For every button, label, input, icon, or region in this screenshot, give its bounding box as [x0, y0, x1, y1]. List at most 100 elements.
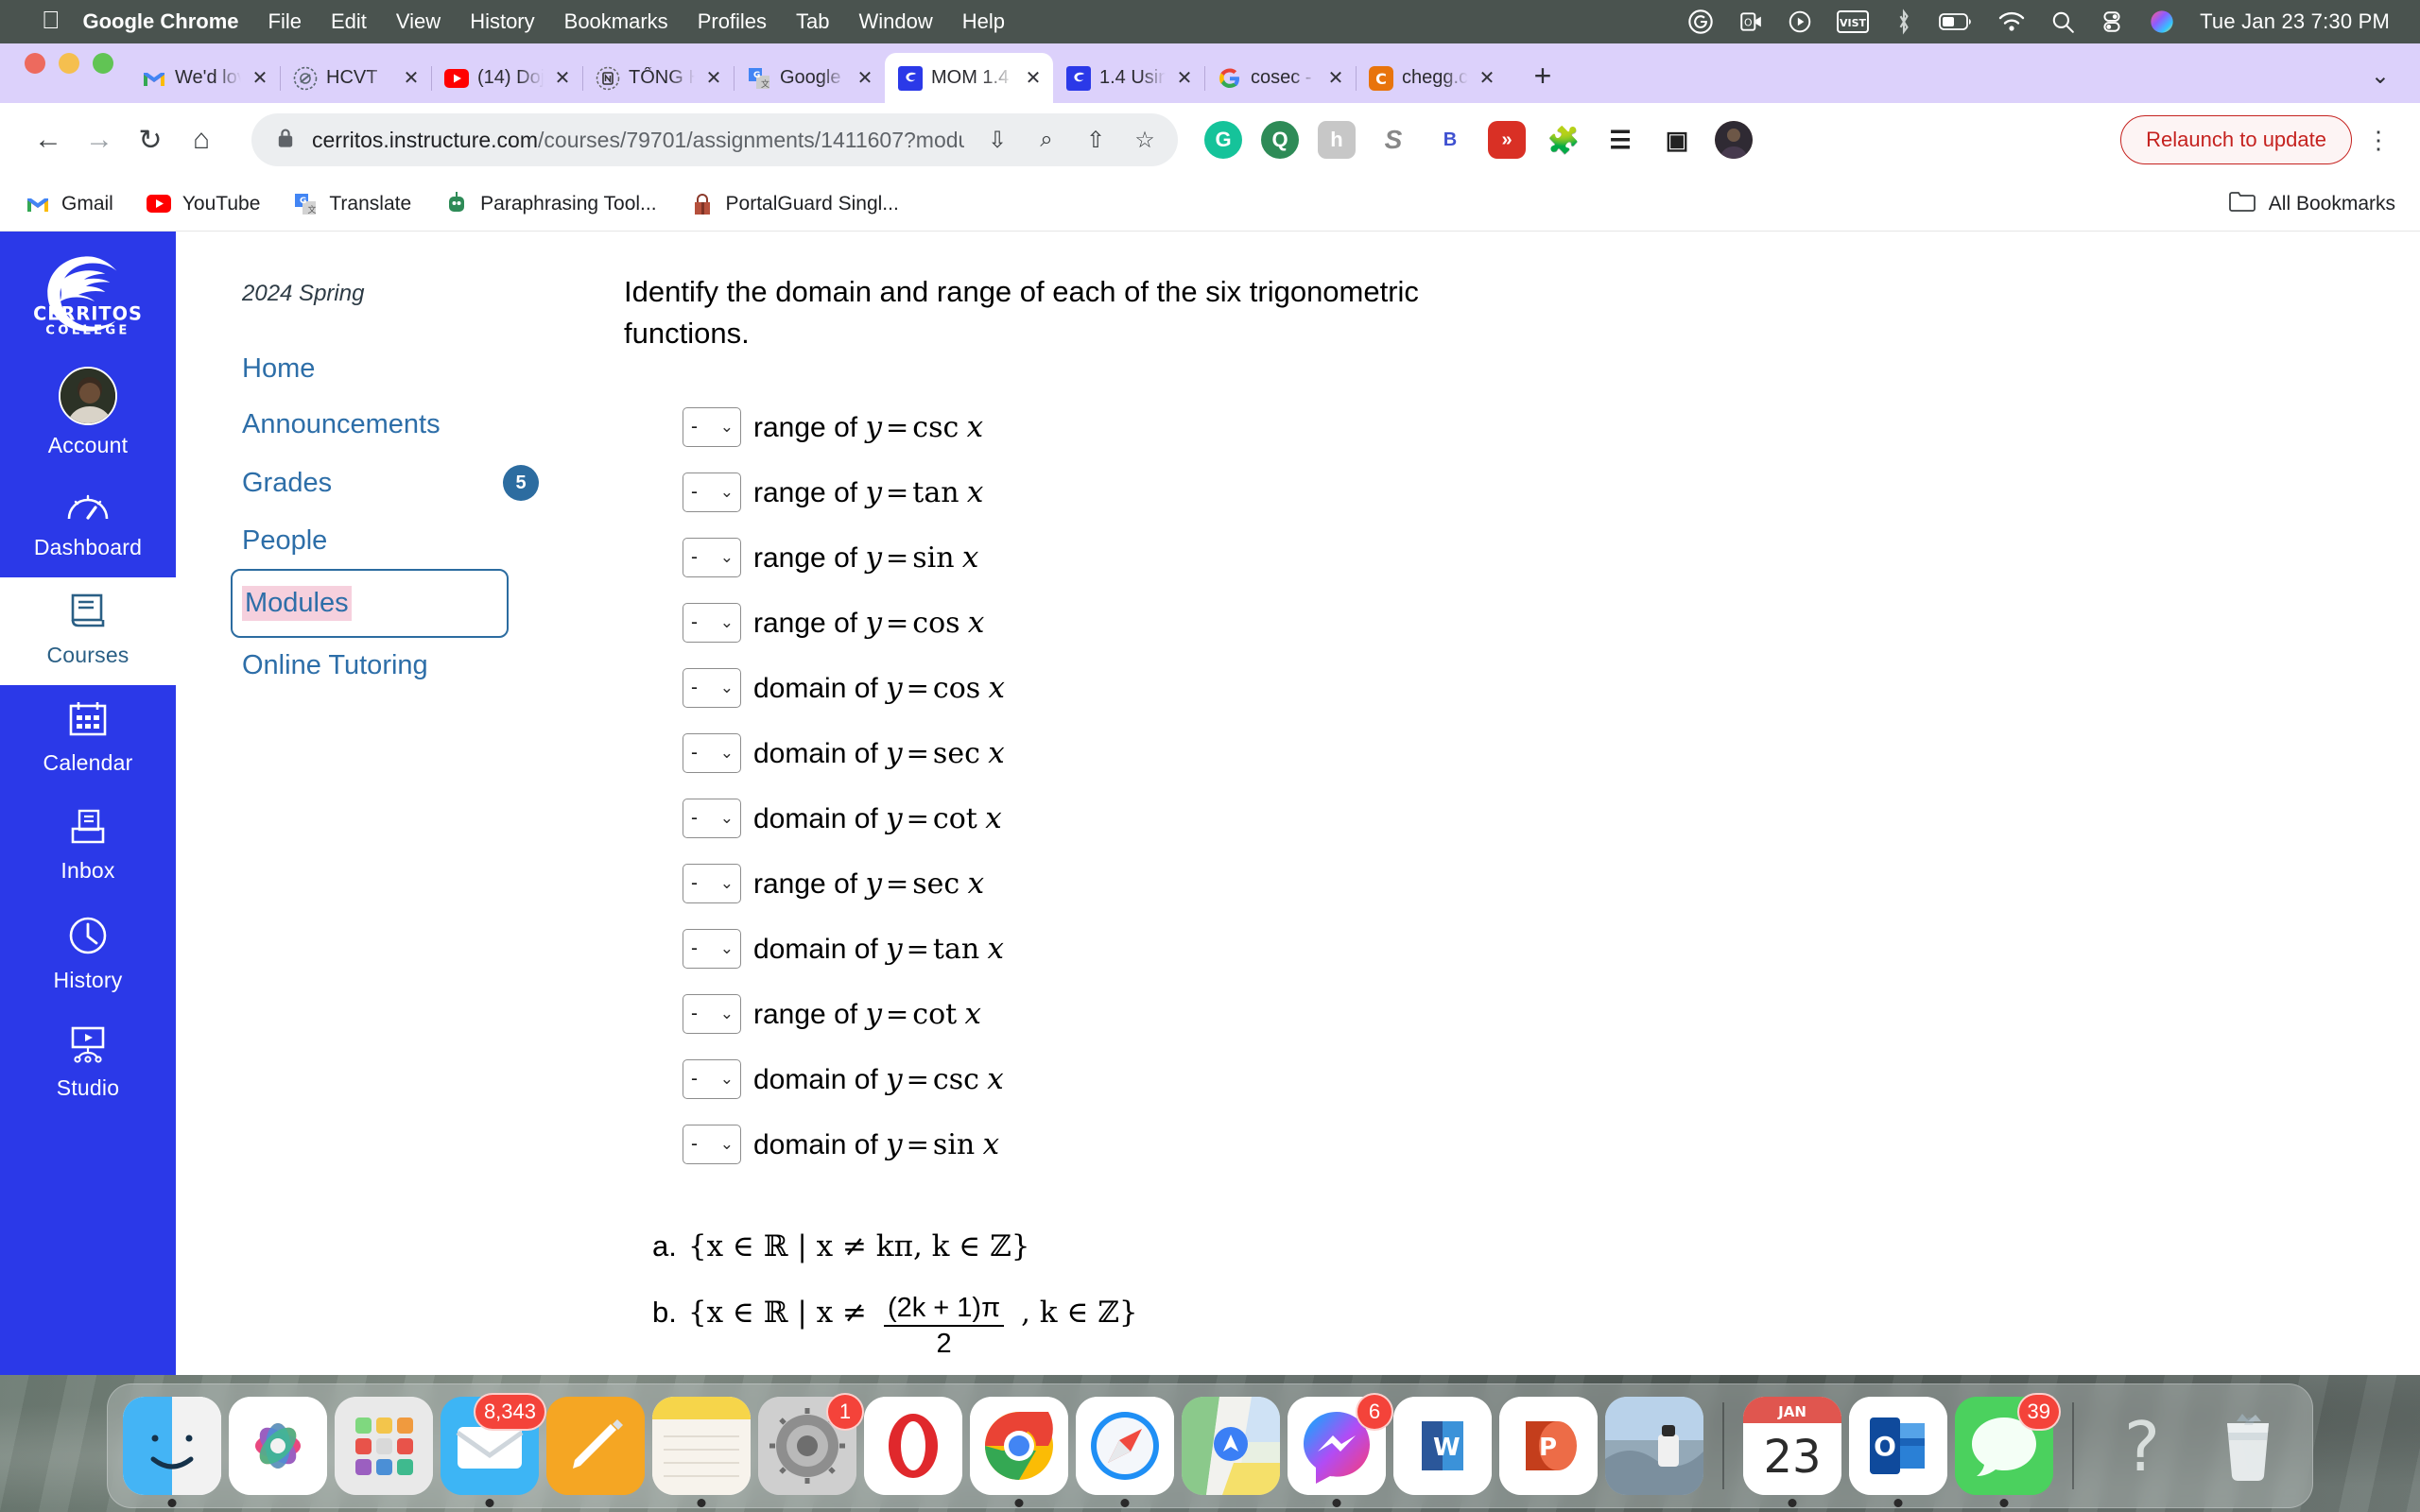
- course-nav-home[interactable]: Home: [231, 341, 573, 397]
- course-nav-grades[interactable]: Grades 5: [231, 453, 573, 513]
- menu-edit[interactable]: Edit: [331, 9, 367, 34]
- dock-messenger[interactable]: 6: [1288, 1393, 1393, 1507]
- bookmark-gmail[interactable]: Gmail: [25, 191, 113, 217]
- dock-help[interactable]: ?: [2093, 1397, 2191, 1495]
- bookmark-youtube[interactable]: YouTube: [146, 191, 260, 217]
- apple-logo-icon[interactable]: : [42, 8, 60, 32]
- sidebar-item-account[interactable]: Account: [0, 352, 176, 475]
- dock-notes[interactable]: [652, 1397, 751, 1507]
- menu-bookmarks[interactable]: Bookmarks: [564, 9, 668, 34]
- spotlight-search-icon[interactable]: [2050, 8, 2075, 36]
- tab-notion[interactable]: TỔNG HỢ ✕: [582, 53, 735, 103]
- answer-dropdown[interactable]: - ⌄: [683, 1058, 741, 1099]
- tab-google-translate[interactable]: G文 Google T ✕: [734, 53, 886, 103]
- sidebar-item-courses[interactable]: Courses: [0, 577, 176, 685]
- answer-dropdown[interactable]: - ⌄: [683, 537, 741, 577]
- menu-help[interactable]: Help: [962, 9, 1005, 34]
- forward-arrow-icon[interactable]: →: [74, 124, 125, 156]
- menu-app-name[interactable]: Google Chrome: [83, 9, 239, 34]
- grammarly-extension-icon[interactable]: G: [1204, 121, 1242, 159]
- dock-safari[interactable]: [1076, 1397, 1174, 1507]
- wifi-menu-icon[interactable]: [1997, 8, 2026, 36]
- answer-dropdown[interactable]: - ⌄: [683, 667, 741, 708]
- tab-hcvt[interactable]: HCVT ✕: [280, 53, 432, 103]
- menu-tab[interactable]: Tab: [796, 9, 829, 34]
- dock-word[interactable]: W: [1393, 1397, 1492, 1495]
- minimize-window-button[interactable]: [59, 52, 79, 74]
- sidebar-item-calendar[interactable]: Calendar: [0, 685, 176, 793]
- all-bookmarks-button[interactable]: All Bookmarks: [2228, 191, 2395, 217]
- dock-system-settings[interactable]: 1: [758, 1393, 864, 1495]
- tab-1-4-using[interactable]: 1.4 Using ✕: [1053, 53, 1205, 103]
- close-window-button[interactable]: [25, 52, 45, 74]
- profile-avatar-icon[interactable]: [1715, 121, 1753, 159]
- side-panel-icon[interactable]: ▣: [1658, 121, 1696, 159]
- dock-maps[interactable]: [1182, 1397, 1280, 1495]
- bookmark-star-icon[interactable]: ☆: [1129, 127, 1161, 154]
- share-icon[interactable]: ⇧: [1080, 127, 1112, 154]
- menu-profiles[interactable]: Profiles: [698, 9, 767, 34]
- close-tab-button[interactable]: ✕: [855, 66, 875, 90]
- close-tab-button[interactable]: ✕: [1325, 66, 1346, 90]
- sidebar-item-history[interactable]: History: [0, 901, 176, 1010]
- close-tab-button[interactable]: ✕: [250, 66, 270, 90]
- menu-file[interactable]: File: [268, 9, 302, 34]
- outlook-menu-icon[interactable]: O: [1738, 8, 1763, 36]
- close-tab-button[interactable]: ✕: [703, 66, 724, 90]
- dock-photos[interactable]: [229, 1397, 327, 1495]
- bookmark-translate[interactable]: G文 Translate: [292, 191, 411, 217]
- dock-chrome[interactable]: [970, 1397, 1068, 1507]
- course-nav-online-tutoring[interactable]: Online Tutoring: [231, 638, 573, 694]
- sidebar-item-inbox[interactable]: Inbox: [0, 793, 176, 901]
- bookmark-portalguard[interactable]: PortalGuard Singl...: [689, 191, 899, 217]
- tab-gmail[interactable]: We'd lov ✕: [129, 53, 281, 103]
- honey-extension-icon[interactable]: h: [1318, 121, 1356, 159]
- grammarly-menu-icon[interactable]: [1687, 8, 1714, 36]
- menu-history[interactable]: History: [470, 9, 534, 34]
- course-nav-announcements[interactable]: Announcements: [231, 397, 573, 453]
- dock-mail[interactable]: 8,343: [441, 1393, 546, 1507]
- course-nav-people[interactable]: People: [231, 513, 573, 569]
- dock-calendar[interactable]: JAN 23: [1743, 1397, 1841, 1507]
- tab-cosec-google[interactable]: cosec - G ✕: [1204, 53, 1357, 103]
- home-icon[interactable]: ⌂: [176, 124, 227, 156]
- tab-chegg[interactable]: C chegg.co ✕: [1356, 53, 1507, 103]
- control-center-icon[interactable]: [2100, 8, 2124, 36]
- dock-launchpad[interactable]: [335, 1397, 433, 1495]
- tab-youtube[interactable]: (14) Doja ✕: [431, 53, 583, 103]
- answer-dropdown[interactable]: - ⌄: [683, 732, 741, 773]
- bookmark-paraphrasing-tool[interactable]: Paraphrasing Tool...: [443, 191, 657, 217]
- puzzle-extensions-icon[interactable]: 🧩: [1545, 121, 1582, 159]
- cerritos-falcon-logo[interactable]: CERRITOS COLLEGE: [30, 250, 146, 342]
- vist-menu-icon[interactable]: VIST: [1837, 8, 1870, 36]
- quillbot-extension-icon[interactable]: Q: [1261, 121, 1299, 159]
- menu-clock[interactable]: Tue Jan 23 7:30 PM: [2200, 9, 2390, 34]
- new-tab-button[interactable]: +: [1524, 59, 1562, 94]
- maximize-window-button[interactable]: [93, 52, 113, 74]
- dock-outlook[interactable]: O: [1849, 1397, 1947, 1507]
- answer-dropdown[interactable]: - ⌄: [683, 928, 741, 969]
- screen-recording-menu-icon[interactable]: [1788, 8, 1812, 36]
- dock-powerpoint[interactable]: P: [1499, 1397, 1598, 1495]
- menu-view[interactable]: View: [396, 9, 441, 34]
- answer-dropdown[interactable]: - ⌄: [683, 602, 741, 643]
- dock-trash[interactable]: [2199, 1397, 2297, 1495]
- dock-messages[interactable]: 39: [1955, 1393, 2061, 1507]
- answer-dropdown[interactable]: - ⌄: [683, 798, 741, 838]
- close-tab-button[interactable]: ✕: [401, 66, 422, 90]
- tab-mom-1-4[interactable]: MOM 1.4 ✕: [885, 53, 1053, 103]
- answer-dropdown[interactable]: - ⌄: [683, 993, 741, 1034]
- install-app-icon[interactable]: ⇩: [981, 127, 1013, 154]
- bartleby-extension-icon[interactable]: B: [1431, 121, 1469, 159]
- close-tab-button[interactable]: ✕: [1023, 66, 1044, 90]
- dock-opera[interactable]: [864, 1397, 962, 1495]
- answer-dropdown[interactable]: - ⌄: [683, 1124, 741, 1164]
- scribbr-extension-icon[interactable]: S: [1374, 121, 1412, 159]
- zoom-icon[interactable]: ⌕: [1030, 127, 1063, 153]
- close-tab-button[interactable]: ✕: [1477, 66, 1497, 90]
- close-tab-button[interactable]: ✕: [552, 66, 573, 90]
- reading-list-icon[interactable]: ☰: [1601, 121, 1639, 159]
- bluetooth-menu-icon[interactable]: [1893, 8, 1914, 36]
- menu-window[interactable]: Window: [859, 9, 933, 34]
- close-tab-button[interactable]: ✕: [1174, 66, 1195, 90]
